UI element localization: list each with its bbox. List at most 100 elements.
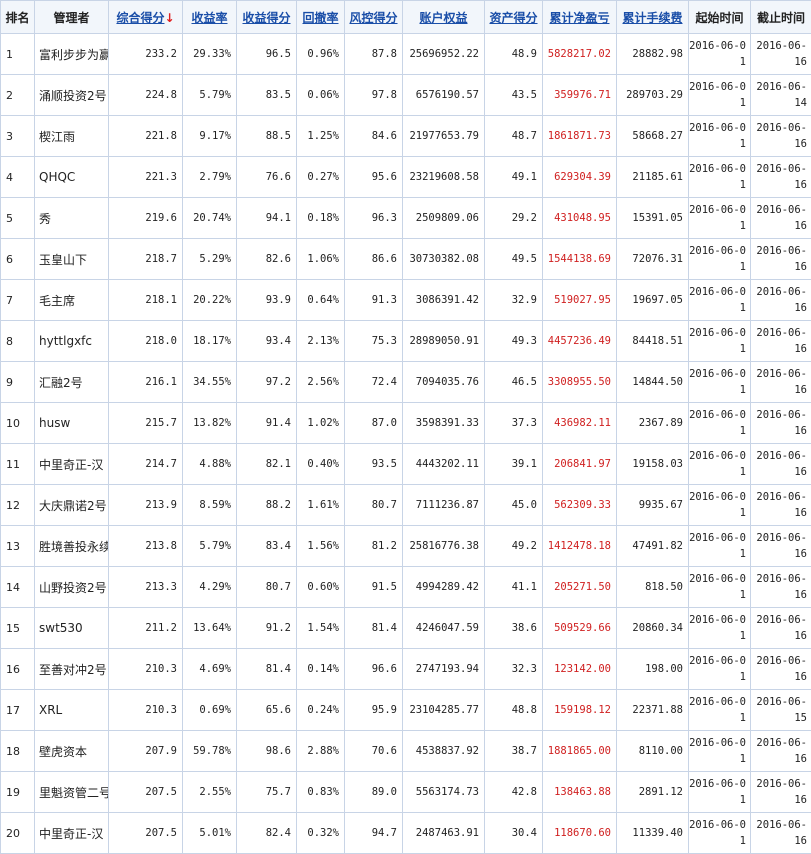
- cell-start-time: 2016-06-01: [689, 157, 751, 198]
- cell-cum-fee: 2891.12: [617, 772, 689, 813]
- cell-cum-pnl: 431048.95: [543, 198, 617, 239]
- cell-asset-score: 38.6: [485, 608, 543, 649]
- sort-equity-link[interactable]: 账户权益: [419, 11, 467, 25]
- cell-return-score: 93.4: [237, 321, 297, 362]
- header-asset-score[interactable]: 资产得分: [485, 1, 543, 34]
- cell-equity: 21977653.79: [403, 116, 485, 157]
- header-row: 排名 管理者 综合得分↓ 收益率 收益得分 回撤率 风控得分 账户权益 资产得分…: [1, 1, 811, 34]
- sort-cum-fee-link[interactable]: 累计手续费: [622, 11, 682, 25]
- header-cum-pnl[interactable]: 累计净盈亏: [543, 1, 617, 34]
- cell-return-score: 88.2: [237, 485, 297, 526]
- cell-start-time: 2016-06-01: [689, 526, 751, 567]
- cell-cum-pnl: 359976.71: [543, 75, 617, 116]
- cell-asset-score: 39.1: [485, 444, 543, 485]
- sort-risk-score-link[interactable]: 风控得分: [349, 11, 397, 25]
- header-return-score[interactable]: 收益得分: [237, 1, 297, 34]
- sort-cum-pnl-link[interactable]: 累计净盈亏: [549, 11, 609, 25]
- cell-return-rate: 13.82%: [183, 403, 237, 444]
- cell-return-rate: 18.17%: [183, 321, 237, 362]
- cell-equity: 4246047.59: [403, 608, 485, 649]
- cell-return-rate: 2.79%: [183, 157, 237, 198]
- cell-cum-pnl: 562309.33: [543, 485, 617, 526]
- cell-cum-fee: 19697.05: [617, 280, 689, 321]
- cell-end-time: 2016-06-16: [751, 403, 811, 444]
- header-cum-fee[interactable]: 累计手续费: [617, 1, 689, 34]
- header-equity[interactable]: 账户权益: [403, 1, 485, 34]
- cell-risk-score: 75.3: [345, 321, 403, 362]
- cell-cum-fee: 289703.29: [617, 75, 689, 116]
- cell-cum-fee: 20860.34: [617, 608, 689, 649]
- cell-manager: 中里奇正-汉: [35, 444, 109, 485]
- table-row: 12大庆鼎诺2号213.98.59%88.21.61%80.77111236.8…: [1, 485, 811, 526]
- sort-return-score-link[interactable]: 收益得分: [242, 11, 290, 25]
- cell-cum-pnl: 4457236.49: [543, 321, 617, 362]
- table-row: 17XRL210.30.69%65.60.24%95.923104285.774…: [1, 690, 811, 731]
- cell-end-time: 2016-06-16: [751, 526, 811, 567]
- cell-return-score: 88.5: [237, 116, 297, 157]
- cell-rank: 14: [1, 567, 35, 608]
- cell-manager: 富利步步为赢: [35, 34, 109, 75]
- cell-drawdown: 0.14%: [297, 649, 345, 690]
- cell-cum-pnl: 159198.12: [543, 690, 617, 731]
- cell-rank: 7: [1, 280, 35, 321]
- cell-start-time: 2016-06-01: [689, 75, 751, 116]
- cell-asset-score: 48.8: [485, 690, 543, 731]
- cell-equity: 6576190.57: [403, 75, 485, 116]
- table-row: 4QHQC221.32.79%76.60.27%95.623219608.584…: [1, 157, 811, 198]
- cell-drawdown: 0.60%: [297, 567, 345, 608]
- header-drawdown[interactable]: 回撤率: [297, 1, 345, 34]
- table-row: 16至善对冲2号210.34.69%81.40.14%96.62747193.9…: [1, 649, 811, 690]
- cell-score: 207.9: [109, 731, 183, 772]
- cell-equity: 3086391.42: [403, 280, 485, 321]
- cell-rank: 2: [1, 75, 35, 116]
- cell-manager: 里魁资管二号: [35, 772, 109, 813]
- cell-manager: 中里奇正-汉: [35, 813, 109, 854]
- cell-end-time: 2016-06-16: [751, 198, 811, 239]
- cell-end-time: 2016-06-16: [751, 444, 811, 485]
- header-score[interactable]: 综合得分↓: [109, 1, 183, 34]
- cell-return-score: 96.5: [237, 34, 297, 75]
- cell-asset-score: 29.2: [485, 198, 543, 239]
- cell-risk-score: 80.7: [345, 485, 403, 526]
- cell-return-rate: 2.55%: [183, 772, 237, 813]
- sort-asset-score-link[interactable]: 资产得分: [489, 11, 537, 25]
- cell-risk-score: 81.2: [345, 526, 403, 567]
- cell-end-time: 2016-06-16: [751, 485, 811, 526]
- header-return-rate[interactable]: 收益率: [183, 1, 237, 34]
- cell-equity: 2747193.94: [403, 649, 485, 690]
- cell-end-time: 2016-06-16: [751, 567, 811, 608]
- cell-return-score: 94.1: [237, 198, 297, 239]
- cell-return-rate: 4.69%: [183, 649, 237, 690]
- cell-manager: husw: [35, 403, 109, 444]
- cell-asset-score: 48.9: [485, 34, 543, 75]
- cell-return-score: 83.4: [237, 526, 297, 567]
- sort-return-rate-link[interactable]: 收益率: [191, 11, 227, 25]
- cell-start-time: 2016-06-01: [689, 198, 751, 239]
- cell-start-time: 2016-06-01: [689, 280, 751, 321]
- table-row: 8hyttlgxfc218.018.17%93.42.13%75.3289890…: [1, 321, 811, 362]
- cell-risk-score: 70.6: [345, 731, 403, 772]
- cell-rank: 3: [1, 116, 35, 157]
- cell-end-time: 2016-06-16: [751, 34, 811, 75]
- cell-risk-score: 91.5: [345, 567, 403, 608]
- cell-risk-score: 93.5: [345, 444, 403, 485]
- cell-return-rate: 0.69%: [183, 690, 237, 731]
- sort-score-link[interactable]: 综合得分: [116, 11, 164, 25]
- sort-drawdown-link[interactable]: 回撤率: [302, 11, 338, 25]
- table-body: 1富利步步为赢233.229.33%96.50.96%87.825696952.…: [1, 34, 811, 854]
- cell-return-rate: 8.59%: [183, 485, 237, 526]
- cell-asset-score: 49.2: [485, 526, 543, 567]
- cell-manager: hyttlgxfc: [35, 321, 109, 362]
- cell-score: 218.0: [109, 321, 183, 362]
- cell-equity: 28989050.91: [403, 321, 485, 362]
- cell-return-score: 83.5: [237, 75, 297, 116]
- header-risk-score[interactable]: 风控得分: [345, 1, 403, 34]
- cell-drawdown: 2.56%: [297, 362, 345, 403]
- cell-cum-pnl: 5828217.02: [543, 34, 617, 75]
- cell-return-rate: 4.29%: [183, 567, 237, 608]
- cell-equity: 4443202.11: [403, 444, 485, 485]
- cell-start-time: 2016-06-01: [689, 772, 751, 813]
- cell-rank: 4: [1, 157, 35, 198]
- cell-drawdown: 1.61%: [297, 485, 345, 526]
- cell-drawdown: 0.64%: [297, 280, 345, 321]
